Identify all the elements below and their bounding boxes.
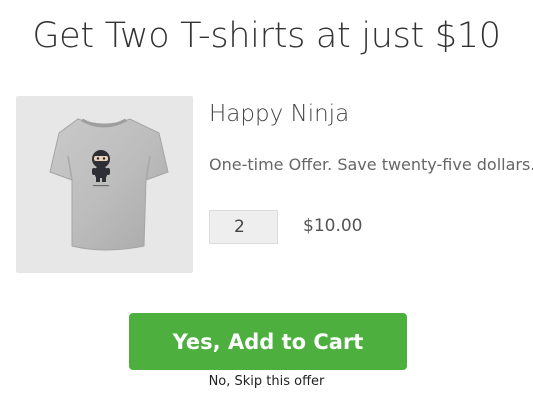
skip-offer-link[interactable]: No, Skip this offer [0,374,533,389]
offer-headline: Get Two T-shirts at just $10 [32,16,501,56]
offer-description: One-time Offer. Save twenty-five dollars… [209,155,533,174]
upsell-offer-page: Get Two T-shirts at just $10 Happy Ninja… [0,0,533,406]
add-to-cart-button[interactable]: Yes, Add to Cart [129,313,407,370]
quantity-input[interactable] [209,210,278,244]
product-title: Happy Ninja [209,101,350,127]
product-image [16,96,193,273]
tshirt-ninja-image [49,118,169,251]
product-price: $10.00 [303,216,363,236]
